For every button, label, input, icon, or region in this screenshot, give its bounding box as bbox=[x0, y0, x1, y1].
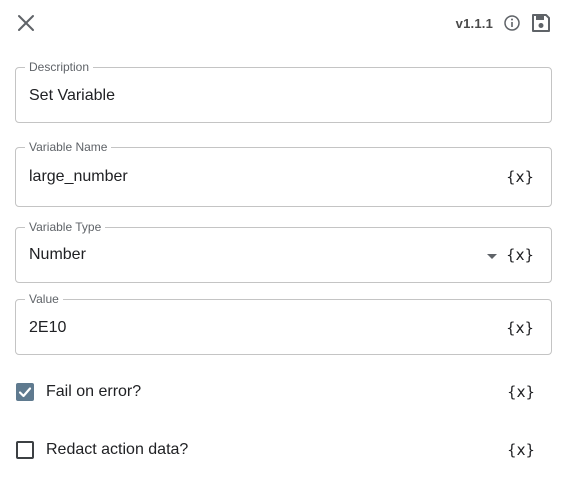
redact-action-data-label[interactable]: Redact action data? bbox=[46, 441, 188, 459]
redact-action-data-checkbox[interactable] bbox=[16, 441, 34, 459]
redact-action-data-var-button[interactable]: {x} bbox=[507, 441, 535, 459]
variable-type-value[interactable]: Number bbox=[29, 246, 86, 264]
value-var-button[interactable]: {x} bbox=[506, 319, 534, 337]
variable-name-label: Variable Name bbox=[25, 140, 112, 154]
value-value[interactable]: 2E10 bbox=[29, 319, 66, 337]
variable-type-select[interactable]: Variable Type Number {x} bbox=[15, 220, 552, 283]
version-label: v1.1.1 bbox=[455, 15, 493, 31]
header-actions: v1.1.1 bbox=[456, 12, 552, 34]
variable-type-label: Variable Type bbox=[25, 220, 106, 234]
value-field[interactable]: Value 2E10 {x} bbox=[15, 292, 552, 355]
fail-on-error-var-button[interactable]: {x} bbox=[507, 383, 535, 401]
variable-name-field[interactable]: Variable Name large_number {x} bbox=[15, 140, 552, 207]
close-icon[interactable] bbox=[15, 12, 37, 34]
checkmark-icon bbox=[18, 387, 32, 398]
description-label: Description bbox=[25, 60, 94, 74]
fail-on-error-checkbox[interactable] bbox=[16, 383, 34, 401]
fail-on-error-row: Fail on error? {x} bbox=[15, 380, 552, 404]
save-icon[interactable] bbox=[530, 12, 552, 34]
description-field[interactable]: Description Set Variable bbox=[15, 60, 552, 123]
fail-on-error-label[interactable]: Fail on error? bbox=[46, 383, 141, 401]
description-value[interactable]: Set Variable bbox=[29, 87, 115, 105]
dropdown-arrow-icon[interactable] bbox=[487, 254, 497, 259]
value-label: Value bbox=[25, 292, 63, 306]
variable-name-var-button[interactable]: {x} bbox=[506, 168, 534, 186]
variable-name-value[interactable]: large_number bbox=[29, 168, 128, 186]
redact-action-data-row: Redact action data? {x} bbox=[15, 438, 552, 462]
variable-type-var-button[interactable]: {x} bbox=[506, 246, 534, 264]
info-icon[interactable] bbox=[503, 14, 521, 32]
